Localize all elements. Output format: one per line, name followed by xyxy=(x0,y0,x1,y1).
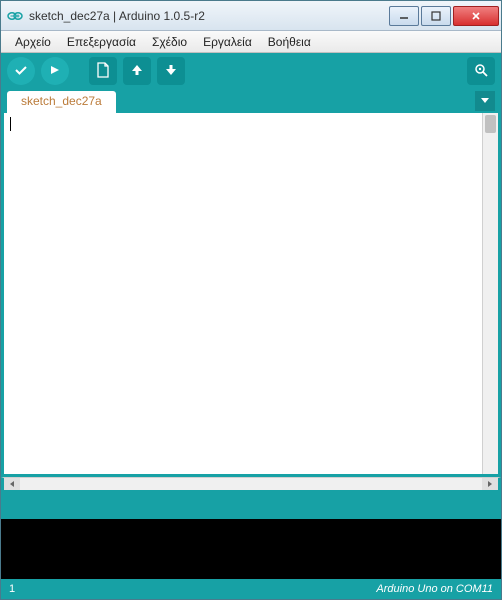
arduino-ide-window: sketch_dec27a | Arduino 1.0.5-r2 Αρχείο … xyxy=(0,0,502,600)
minimize-button[interactable] xyxy=(389,6,419,26)
chevron-down-icon xyxy=(480,94,490,108)
tabbar: sketch_dec27a xyxy=(1,89,501,113)
scroll-left-arrow[interactable] xyxy=(4,478,20,490)
text-cursor xyxy=(10,117,11,131)
line-number: 1 xyxy=(9,583,376,595)
menu-edit[interactable]: Επεξεργασία xyxy=(59,33,144,51)
new-sketch-button[interactable] xyxy=(89,57,117,85)
scroll-right-arrow[interactable] xyxy=(482,478,498,490)
vertical-scrollbar[interactable] xyxy=(482,113,498,474)
arrow-right-icon xyxy=(47,62,63,81)
file-icon xyxy=(95,62,111,81)
menubar: Αρχείο Επεξεργασία Σχέδιο Εργαλεία Βοήθε… xyxy=(1,31,501,53)
verify-button[interactable] xyxy=(7,57,35,85)
console-output[interactable] xyxy=(1,519,501,579)
menu-sketch[interactable]: Σχέδιο xyxy=(144,33,195,51)
arduino-logo-icon xyxy=(7,8,23,24)
statusbar: 1 Arduino Uno on COM11 xyxy=(1,579,501,599)
arrow-down-icon xyxy=(163,62,179,81)
titlebar[interactable]: sketch_dec27a | Arduino 1.0.5-r2 xyxy=(1,1,501,31)
close-button[interactable] xyxy=(453,6,499,26)
maximize-button[interactable] xyxy=(421,6,451,26)
code-editor[interactable] xyxy=(4,113,482,474)
menu-help[interactable]: Βοήθεια xyxy=(260,33,319,51)
serial-monitor-icon xyxy=(473,62,489,81)
menu-tools[interactable]: Εργαλεία xyxy=(195,33,260,51)
window-title: sketch_dec27a | Arduino 1.0.5-r2 xyxy=(29,9,387,23)
message-area xyxy=(1,493,501,519)
horizontal-scrollbar[interactable] xyxy=(1,477,501,493)
tab-active[interactable]: sketch_dec27a xyxy=(7,91,116,113)
tab-menu-button[interactable] xyxy=(475,91,495,111)
editor-area xyxy=(1,113,501,477)
serial-monitor-button[interactable] xyxy=(467,57,495,85)
window-controls xyxy=(387,6,499,26)
open-sketch-button[interactable] xyxy=(123,57,151,85)
toolbar xyxy=(1,53,501,89)
save-sketch-button[interactable] xyxy=(157,57,185,85)
menu-file[interactable]: Αρχείο xyxy=(7,33,59,51)
board-port-status: Arduino Uno on COM11 xyxy=(376,583,493,595)
check-icon xyxy=(13,62,29,81)
upload-button[interactable] xyxy=(41,57,69,85)
scrollbar-thumb[interactable] xyxy=(485,115,496,133)
arrow-up-icon xyxy=(129,62,145,81)
